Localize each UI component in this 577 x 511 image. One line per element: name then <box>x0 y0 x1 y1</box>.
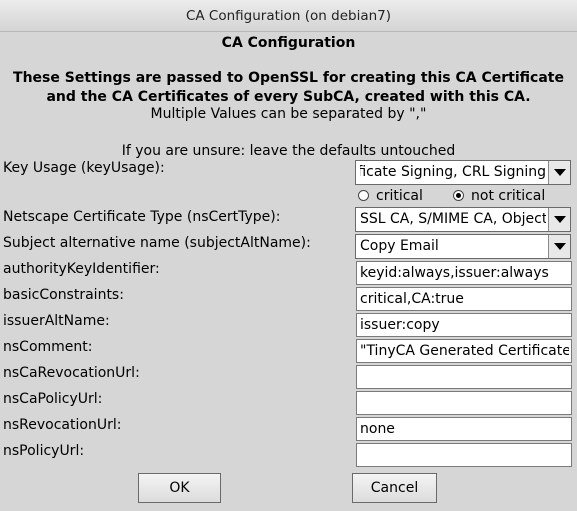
subject-alt-name-value: Copy Email <box>360 238 439 254</box>
ns-ca-policy-url-label: nsCaPolicyUrl: <box>3 391 103 407</box>
ns-policy-url-label: nsPolicyUrl: <box>3 443 85 459</box>
authority-key-identifier-value: keyid:always,issuer:always <box>360 265 549 281</box>
ok-button[interactable]: OK <box>138 473 221 503</box>
dialog-heading: CA Configuration <box>221 35 356 51</box>
cancel-button[interactable]: Cancel <box>352 473 437 503</box>
ns-comment-input[interactable]: "TinyCA Generated Certificate" <box>356 339 572 363</box>
ns-revocation-url-value: none <box>360 421 395 437</box>
info-bold-line-1: These Settings are passed to OpenSSL for… <box>13 70 564 86</box>
chevron-down-icon[interactable] <box>548 235 570 258</box>
info-multiple-values: Multiple Values can be separated by "," <box>150 106 427 122</box>
authority-key-identifier-label: authorityKeyIdentifier: <box>3 261 160 277</box>
info-bold-line-2: and the CA Certificates of every SubCA, … <box>46 89 531 105</box>
info-unsure: If you are unsure: leave the defaults un… <box>121 143 456 159</box>
ns-comment-value: "TinyCA Generated Certificate" <box>360 343 569 359</box>
radio-on-icon <box>453 190 464 201</box>
window-title: CA Configuration (on debian7) <box>185 8 392 24</box>
ok-button-label: OK <box>169 480 190 496</box>
ns-ca-revocation-url-label: nsCaRevocationUrl: <box>3 365 140 381</box>
chevron-down-icon[interactable] <box>548 208 570 231</box>
ns-cert-type-value: SSL CA, S/MIME CA, Object Signing CA <box>360 211 546 227</box>
ns-cert-type-combo[interactable]: SSL CA, S/MIME CA, Object Signing CA <box>355 207 571 232</box>
issuer-alt-name-input[interactable]: issuer:copy <box>356 313 572 337</box>
ns-policy-url-input[interactable] <box>356 443 572 467</box>
cancel-button-label: Cancel <box>370 480 419 496</box>
ns-ca-policy-url-input[interactable] <box>356 391 572 415</box>
ns-cert-type-label: Netscape Certificate Type (nsCertType): <box>3 209 281 225</box>
key-usage-label: Key Usage (keyUsage): <box>3 160 165 176</box>
ns-comment-label: nsComment: <box>3 339 93 355</box>
authority-key-identifier-input[interactable]: keyid:always,issuer:always <box>356 261 572 285</box>
issuer-alt-name-label: issuerAltName: <box>3 313 110 329</box>
ns-revocation-url-label: nsRevocationUrl: <box>3 417 122 433</box>
basic-constraints-input[interactable]: critical,CA:true <box>356 287 572 311</box>
ns-ca-revocation-url-input[interactable] <box>356 365 572 389</box>
radio-off-icon <box>358 190 369 201</box>
basic-constraints-value: critical,CA:true <box>360 291 464 307</box>
subject-alt-name-combo[interactable]: Copy Email <box>355 234 571 259</box>
key-usage-value: Certificate Signing, CRL Signing <box>360 164 546 180</box>
issuer-alt-name-value: issuer:copy <box>360 317 440 333</box>
not-critical-radio-label: not critical <box>471 188 546 204</box>
chevron-down-icon[interactable] <box>548 161 570 184</box>
window-titlebar[interactable]: CA Configuration (on debian7) <box>0 0 577 32</box>
key-usage-combo[interactable]: Certificate Signing, CRL Signing <box>355 160 571 185</box>
critical-radio-label: critical <box>376 188 423 204</box>
basic-constraints-label: basicConstraints: <box>3 287 124 303</box>
ns-revocation-url-input[interactable]: none <box>356 417 572 441</box>
subject-alt-name-label: Subject alternative name (subjectAltName… <box>3 235 311 251</box>
